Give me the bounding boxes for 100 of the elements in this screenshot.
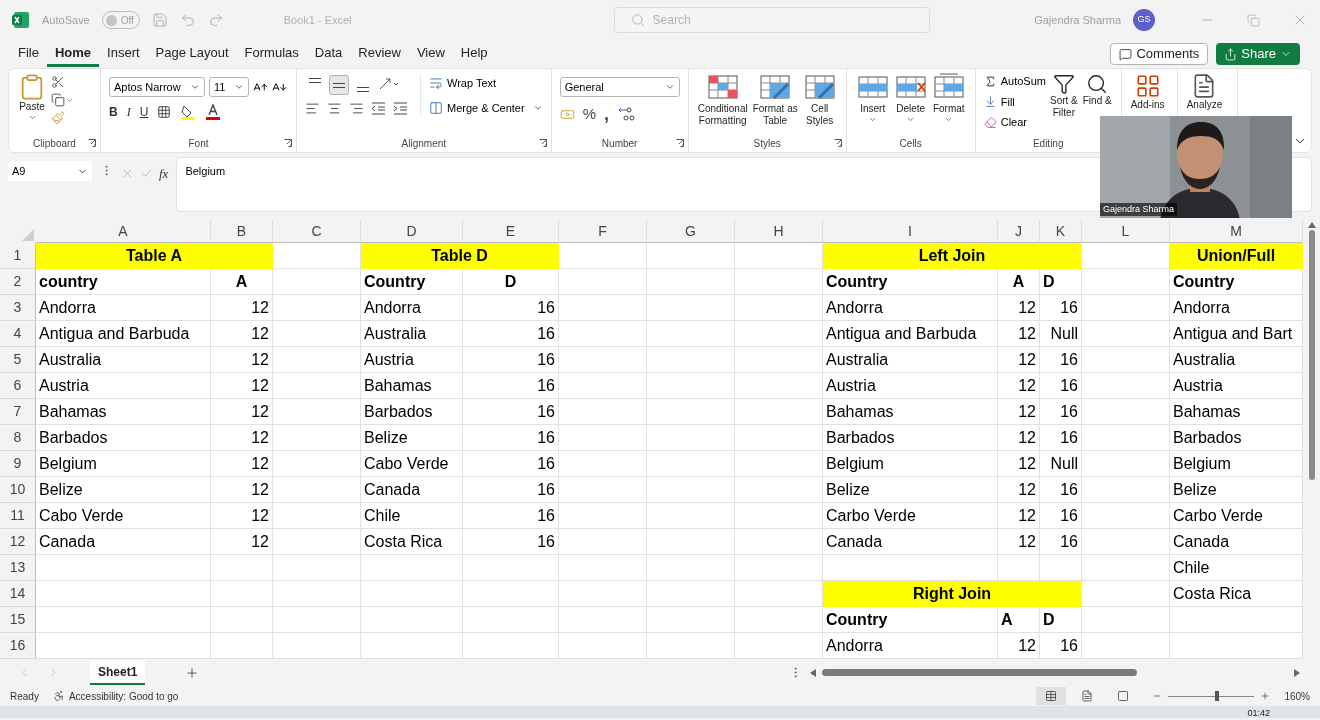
window-title: Book1 - Excel — [283, 12, 352, 28]
copy-icon[interactable] — [51, 93, 65, 107]
table-title: Right Join — [823, 581, 1082, 607]
dialog-launcher-icon[interactable] — [88, 139, 96, 147]
insert-cells-icon — [855, 73, 890, 101]
header-cell: Country — [361, 269, 463, 295]
table-cell: 12 — [211, 347, 273, 373]
bold-button[interactable]: B — [109, 103, 118, 121]
ribbon-tab[interactable]: Review — [350, 41, 409, 67]
align-right-icon[interactable] — [349, 101, 364, 116]
fill-button[interactable]: Fill — [983, 93, 1046, 110]
share-button[interactable]: Share — [1216, 43, 1300, 65]
borders-icon[interactable] — [157, 105, 172, 119]
table-cell: 16 — [1040, 425, 1082, 451]
ribbon-tab[interactable]: Page Layout — [147, 41, 237, 67]
table-cell: Null — [1040, 321, 1082, 347]
underline-button[interactable]: U — [139, 103, 149, 121]
table-cell: Bahamas — [36, 399, 211, 425]
dialog-launcher-icon[interactable] — [284, 139, 292, 147]
table-cell: 12 — [211, 373, 273, 399]
ribbon-tab[interactable]: Help — [452, 41, 496, 67]
view-button[interactable] — [1036, 687, 1067, 705]
table-style-icon — [758, 73, 793, 101]
header-cell: D — [1040, 607, 1082, 633]
fill-color-icon[interactable] — [180, 104, 197, 120]
caret-icon — [234, 82, 244, 92]
style-button[interactable]: Cell Styles — [801, 73, 838, 127]
table-cell: Austria — [361, 347, 463, 373]
ribbon-tab[interactable]: Insert — [99, 41, 148, 67]
caret-icon — [664, 82, 675, 92]
merge-center-button[interactable]: Merge & Center — [429, 99, 543, 116]
align-center-icon[interactable] — [327, 101, 342, 116]
font-color-icon[interactable] — [205, 104, 222, 120]
ribbon-tab[interactable]: View — [408, 41, 453, 67]
table-cell: Carbo Verde — [823, 503, 998, 529]
font-size-field[interactable]: 11 — [209, 77, 249, 97]
paste-button[interactable]: Paste — [17, 73, 47, 125]
zoom-in-icon[interactable] — [1260, 691, 1271, 701]
table-cell: 12 — [211, 425, 273, 451]
table-cell: Austria — [823, 373, 998, 399]
group-label: Styles — [753, 136, 781, 151]
font-name-field[interactable]: Aptos Narrow — [109, 77, 205, 97]
table-cell: Australia — [361, 321, 463, 347]
style-button[interactable]: Format as Table — [751, 73, 799, 127]
table-cell: 12 — [211, 503, 273, 529]
sort-filter-button[interactable]: Sort & Filter — [1048, 73, 1079, 131]
header-cell: D — [1040, 269, 1082, 295]
eraser-icon — [983, 115, 997, 129]
increase-indent-icon[interactable] — [393, 101, 408, 116]
header-cell: Country — [1170, 269, 1303, 295]
table-cell: Bahamas — [1170, 399, 1303, 425]
table-cell: Cabo Verde — [361, 451, 463, 477]
table-cell: 16 — [463, 373, 559, 399]
table-cell: 12 — [211, 321, 273, 347]
scroll-left-icon[interactable] — [810, 668, 817, 677]
clear-button[interactable]: Clear — [983, 114, 1046, 131]
find-button[interactable]: Find & — [1081, 73, 1113, 131]
comments-button[interactable]: Comments — [1110, 43, 1209, 65]
fill-down-icon — [983, 95, 997, 109]
dialog-launcher-icon[interactable] — [538, 139, 547, 147]
vertical-align-button[interactable] — [329, 75, 349, 95]
cells-button[interactable]: Format — [930, 73, 967, 124]
table-cell: Carbo Verde — [1170, 503, 1303, 529]
sheet-tab[interactable]: Sheet1 — [90, 660, 146, 685]
number-format-field[interactable]: General — [559, 77, 680, 97]
scroll-right-icon[interactable] — [1294, 668, 1301, 677]
dialog-launcher-icon[interactable] — [833, 139, 842, 147]
insert-function-button[interactable]: fx — [159, 164, 169, 184]
analyze-button[interactable]: Analyze — [1185, 73, 1224, 111]
increase-decimal-icon[interactable] — [617, 106, 635, 123]
italic-button[interactable]: I — [126, 103, 131, 121]
table-cell: Null — [1040, 451, 1082, 477]
accessibility-button[interactable]: Accessibility: Good to go — [52, 688, 179, 704]
wrap-text-button[interactable]: Wrap Text — [429, 75, 543, 92]
ribbon-tab[interactable]: Data — [306, 41, 351, 67]
zoom-slider[interactable] — [1168, 691, 1255, 701]
table-cell: Canada — [823, 529, 998, 555]
table-cell: Barbados — [361, 399, 463, 425]
cut-icon[interactable] — [51, 75, 65, 89]
autosum-button[interactable]: AutoSum — [983, 73, 1046, 90]
add-ins-button[interactable]: Add-ins — [1129, 73, 1166, 111]
zoom-slider-thumb[interactable] — [1215, 691, 1220, 701]
cells-button[interactable]: Insert — [854, 73, 891, 124]
table-cell: 12 — [998, 451, 1040, 477]
user-avatar[interactable]: GS — [1133, 9, 1155, 31]
table-cell: 12 — [998, 373, 1040, 399]
name-box[interactable]: A9 — [8, 161, 92, 181]
ribbon-tab[interactable]: Formulas — [236, 41, 307, 67]
decrease-indent-icon[interactable] — [371, 101, 386, 116]
table-cell: 16 — [463, 295, 559, 321]
ribbon-tab[interactable]: File — [10, 41, 47, 67]
scroll-up-icon[interactable] — [1307, 222, 1316, 228]
table-cell: 12 — [998, 425, 1040, 451]
style-button[interactable]: Conditional Formatting — [696, 73, 749, 127]
cells-button[interactable]: Delete — [892, 73, 929, 124]
align-left-icon[interactable] — [305, 101, 320, 116]
table-cell: Andorra — [36, 295, 211, 321]
percent-style-button[interactable]: % — [582, 103, 596, 126]
dialog-launcher-icon[interactable] — [675, 139, 684, 147]
header-cell: Country — [823, 607, 998, 633]
